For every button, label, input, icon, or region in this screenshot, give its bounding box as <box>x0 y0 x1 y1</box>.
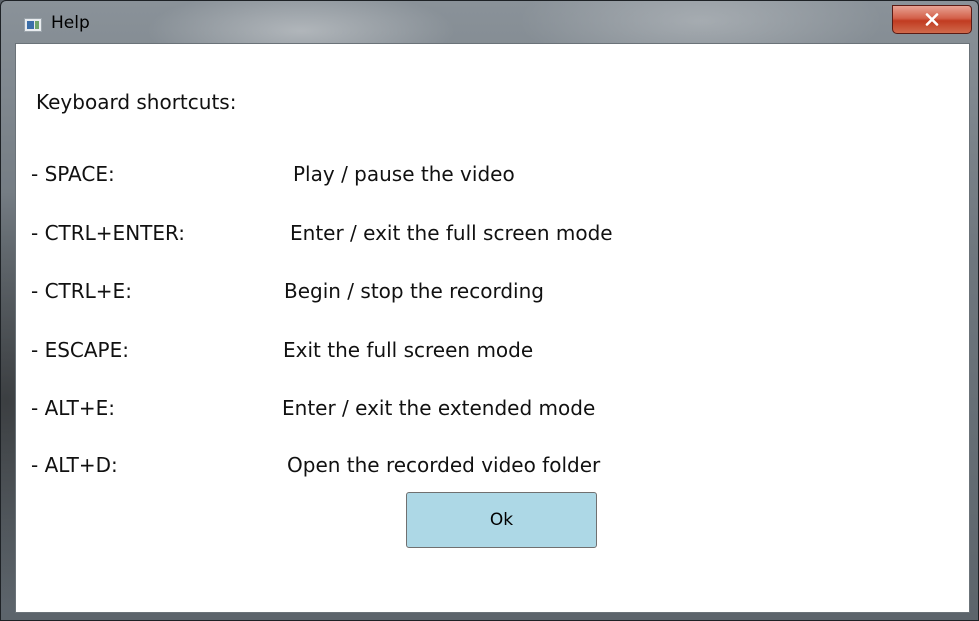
title-bar[interactable]: Help <box>1 1 978 43</box>
shortcut-description: Open the recorded video folder <box>287 453 601 477</box>
shortcut-row: - ALT+E: Enter / exit the extended mode <box>16 396 946 426</box>
shortcut-description: Exit the full screen mode <box>283 338 534 362</box>
shortcut-key: - ALT+E: <box>31 396 115 420</box>
shortcut-row: - ALT+D: Open the recorded video folder <box>16 453 946 483</box>
shortcut-key: - CTRL+ENTER: <box>31 221 186 245</box>
dialog-content: Keyboard shortcuts: - SPACE: Play / paus… <box>15 43 970 613</box>
shortcut-key: - ESCAPE: <box>31 338 129 362</box>
shortcut-description: Begin / stop the recording <box>284 279 544 303</box>
ok-button[interactable]: Ok <box>406 492 597 548</box>
window-title: Help <box>51 13 90 33</box>
shortcut-row: - CTRL+ENTER: Enter / exit the full scre… <box>16 221 946 251</box>
app-window-icon <box>24 18 42 32</box>
shortcut-row: - ESCAPE: Exit the full screen mode <box>16 338 946 368</box>
shortcut-key: - CTRL+E: <box>31 279 132 303</box>
shortcut-key: - ALT+D: <box>31 453 118 477</box>
shortcut-key: - SPACE: <box>31 162 115 186</box>
shortcut-description: Enter / exit the extended mode <box>282 396 596 420</box>
shortcuts-heading: Keyboard shortcuts: <box>36 90 237 114</box>
help-window: Help Keyboard shortcuts: - SPACE: Play /… <box>0 0 979 621</box>
close-icon <box>925 13 939 26</box>
shortcut-description: Enter / exit the full screen mode <box>290 221 613 245</box>
shortcut-row: - SPACE: Play / pause the video <box>16 162 946 192</box>
shortcut-row: - CTRL+E: Begin / stop the recording <box>16 279 946 309</box>
shortcut-description: Play / pause the video <box>293 162 515 186</box>
close-button[interactable] <box>892 5 972 34</box>
